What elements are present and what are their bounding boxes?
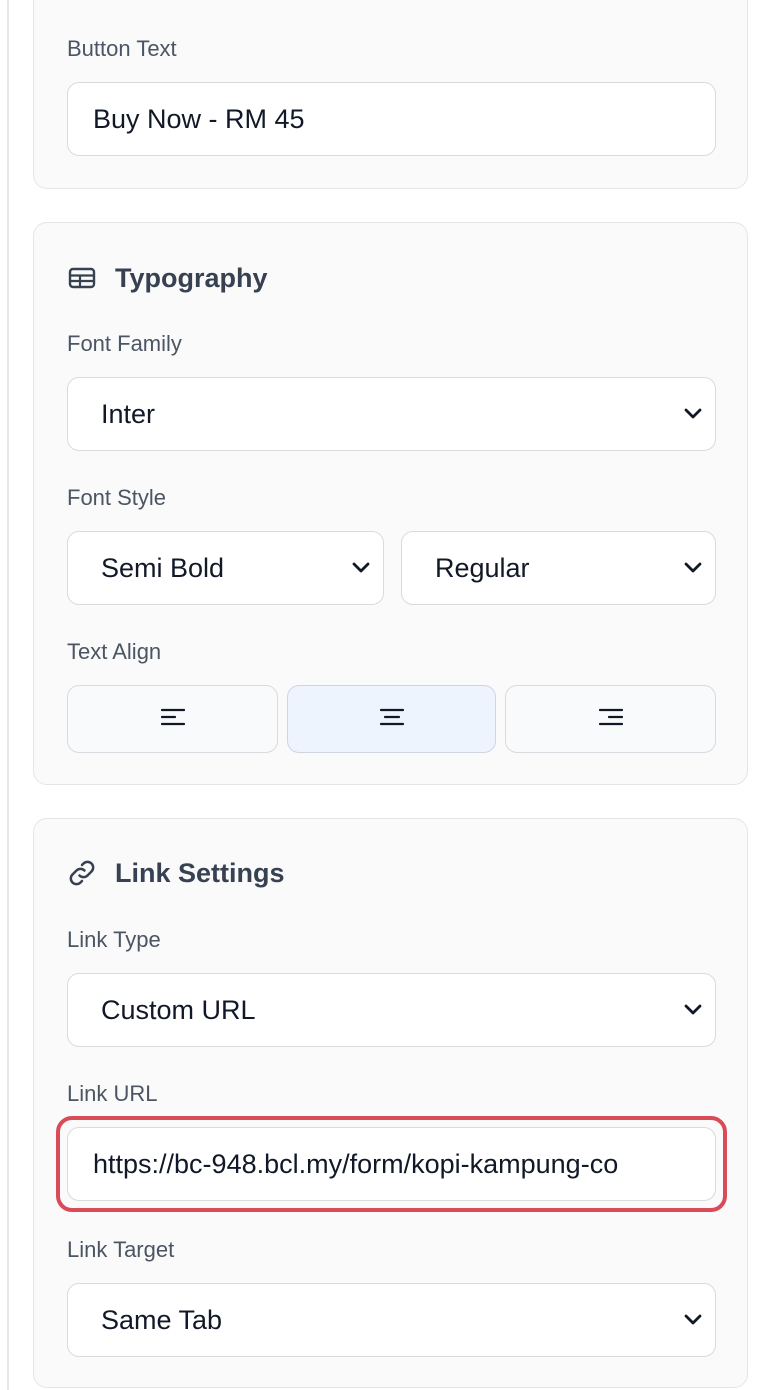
link-type-select[interactable]: Custom URL	[67, 973, 716, 1047]
align-left-button[interactable]	[67, 685, 278, 753]
font-variant-select[interactable]: Regular	[401, 531, 716, 605]
align-right-icon	[598, 707, 623, 732]
font-family-label: Font Family	[67, 331, 182, 356]
button-text-input[interactable]: Buy Now - RM 45	[67, 82, 716, 156]
link-target-label: Link Target	[67, 1237, 175, 1262]
link-settings-header: Link Settings	[67, 858, 285, 888]
font-family-value: Inter	[101, 398, 156, 429]
typography-header: Typography	[67, 263, 268, 293]
settings-panel: Button Text Buy Now - RM 45 Typography F…	[0, 0, 774, 1390]
align-center-button[interactable]	[287, 685, 496, 753]
table-icon	[67, 263, 97, 293]
font-variant-value: Regular	[435, 552, 530, 583]
link-settings-title: Link Settings	[115, 857, 285, 888]
chevron-down-icon	[673, 532, 713, 604]
align-left-icon	[160, 707, 185, 732]
font-style-label: Font Style	[67, 485, 167, 510]
font-weight-select[interactable]: Semi Bold	[67, 531, 384, 605]
link-type-value: Custom URL	[101, 994, 256, 1025]
link-target-value: Same Tab	[101, 1304, 223, 1335]
chevron-down-icon	[673, 1284, 713, 1356]
link-url-input[interactable]: https://bc-948.bcl.my/form/kopi-kampung-…	[67, 1127, 716, 1201]
font-family-select[interactable]: Inter	[67, 377, 716, 451]
font-weight-value: Semi Bold	[101, 552, 225, 583]
typography-title: Typography	[115, 262, 268, 293]
button-text-card: Button Text Buy Now - RM 45	[33, 0, 748, 189]
chevron-down-icon	[673, 378, 713, 450]
chevron-down-icon	[341, 532, 381, 604]
text-align-label: Text Align	[67, 639, 162, 664]
link-type-label: Link Type	[67, 927, 161, 952]
link-url-label: Link URL	[67, 1081, 158, 1106]
link-target-select[interactable]: Same Tab	[67, 1283, 716, 1357]
link-url-value: https://bc-948.bcl.my/form/kopi-kampung-…	[93, 1148, 619, 1179]
link-settings-card: Link Settings Link Type Custom URL Link …	[33, 818, 748, 1388]
panel-divider	[7, 0, 9, 1390]
align-center-icon	[379, 707, 404, 732]
typography-card: Typography Font Family Inter Font Style …	[33, 222, 748, 785]
button-text-label: Button Text	[67, 36, 177, 61]
button-text-value: Buy Now - RM 45	[93, 103, 305, 134]
align-right-button[interactable]	[505, 685, 716, 753]
chevron-down-icon	[673, 974, 713, 1046]
link-icon	[67, 858, 97, 888]
